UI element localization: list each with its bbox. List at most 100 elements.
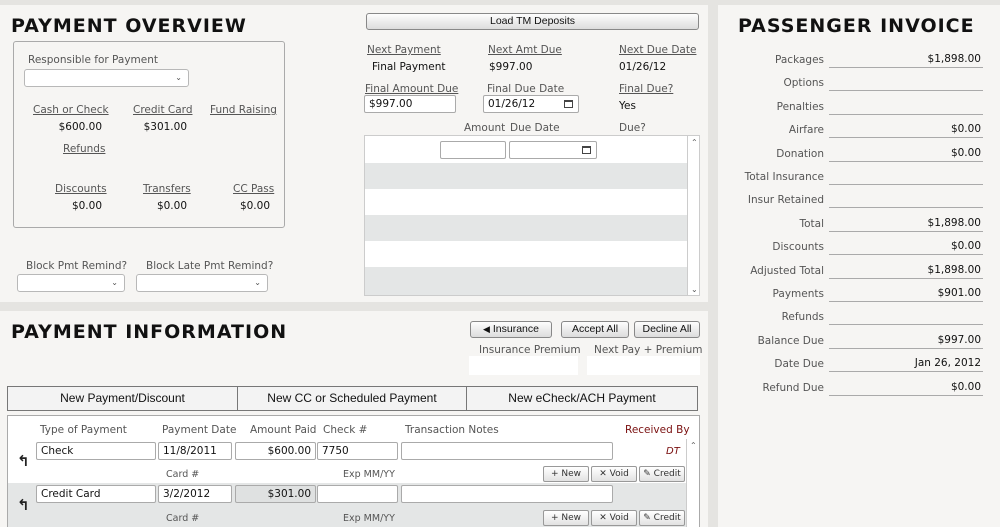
credit-label: Credit bbox=[653, 513, 681, 523]
final-due-question-label: Final Due? bbox=[619, 83, 674, 95]
void-button[interactable]: ✕ Void bbox=[591, 466, 637, 482]
insurance-button[interactable]: ◀ Insurance bbox=[470, 321, 552, 338]
chevron-down-icon: ⌄ bbox=[254, 278, 261, 288]
invoice-options-value bbox=[829, 76, 983, 91]
schedule-amount-input[interactable] bbox=[440, 141, 506, 159]
chevron-down-icon: ⌄ bbox=[175, 73, 182, 83]
payment-date-field[interactable]: 3/2/2012 bbox=[158, 485, 232, 503]
void-label: Void bbox=[609, 469, 629, 479]
amount-paid-field[interactable]: $600.00 bbox=[235, 442, 316, 460]
column-received-by: Received By bbox=[625, 424, 690, 436]
final-due-question-value: Yes bbox=[619, 100, 636, 112]
void-button[interactable]: ✕ Void bbox=[591, 510, 637, 526]
invoice-total-label: Total bbox=[799, 218, 824, 230]
plus-icon: + bbox=[550, 469, 559, 479]
invoice-total-value: $1,898.00 bbox=[829, 217, 983, 232]
next-due-date-label: Next Due Date bbox=[619, 44, 697, 56]
payment-type-field[interactable]: Credit Card bbox=[36, 485, 156, 503]
scroll-up-icon[interactable]: ⌃ bbox=[690, 441, 697, 450]
responsible-select[interactable]: ⌄ bbox=[24, 69, 189, 87]
new-card-button[interactable]: + New bbox=[543, 466, 589, 482]
discounts-label[interactable]: Discounts bbox=[55, 183, 107, 195]
new-cc-scheduled-payment-tab[interactable]: New CC or Scheduled Payment bbox=[237, 386, 467, 411]
invoice-packages-value: $1,898.00 bbox=[829, 53, 983, 68]
new-card-button[interactable]: + New bbox=[543, 510, 589, 526]
schedule-scrollbar[interactable]: ⌃ ⌄ bbox=[687, 136, 699, 295]
cc-pass-label[interactable]: CC Pass bbox=[233, 183, 274, 195]
next-due-date-value: 01/26/12 bbox=[619, 61, 667, 73]
insurance-premium-field[interactable] bbox=[469, 356, 578, 375]
row-expand-arrow-icon[interactable]: ↰ bbox=[17, 496, 30, 514]
decline-all-button[interactable]: Decline All bbox=[634, 321, 700, 338]
invoice-insur-retained-value bbox=[829, 193, 983, 208]
refunds-label[interactable]: Refunds bbox=[63, 143, 105, 155]
invoice-discounts-label: Discounts bbox=[772, 241, 824, 253]
block-late-pmt-remind-label: Block Late Pmt Remind? bbox=[146, 260, 274, 272]
x-icon: ✕ bbox=[599, 469, 607, 479]
load-tm-deposits-button[interactable]: Load TM Deposits bbox=[366, 13, 699, 30]
block-late-pmt-remind-select[interactable]: ⌄ bbox=[136, 274, 268, 292]
credit-card-value: $301.00 bbox=[143, 121, 187, 133]
block-pmt-remind-label: Block Pmt Remind? bbox=[26, 260, 128, 272]
invoice-discounts-value: $0.00 bbox=[829, 240, 983, 255]
invoice-penalties-value bbox=[829, 100, 983, 115]
invoice-date-due-label: Date Due bbox=[774, 358, 824, 370]
invoice-total-insurance-value bbox=[829, 170, 983, 185]
next-amt-due-value: $997.00 bbox=[489, 61, 533, 73]
next-amt-due-label: Next Amt Due bbox=[488, 44, 562, 56]
final-due-date-label: Final Due Date bbox=[487, 83, 565, 95]
schedule-due-date-input[interactable] bbox=[509, 141, 597, 159]
schedule-row bbox=[365, 163, 687, 189]
check-number-field[interactable]: 7750 bbox=[317, 442, 398, 460]
column-transaction-notes: Transaction Notes bbox=[405, 424, 499, 436]
scroll-up-icon[interactable]: ⌃ bbox=[691, 138, 698, 147]
check-number-field[interactable] bbox=[317, 485, 398, 503]
payment-date-field[interactable]: 11/8/2011 bbox=[158, 442, 232, 460]
calendar-icon[interactable] bbox=[564, 100, 573, 108]
triangle-left-icon: ◀ bbox=[483, 324, 490, 334]
final-due-date-field[interactable]: 01/26/12 bbox=[483, 95, 579, 113]
transfers-value: $0.00 bbox=[156, 200, 187, 212]
invoice-date-due-value: Jan 26, 2012 bbox=[829, 357, 983, 372]
plus-icon: + bbox=[550, 513, 559, 523]
column-payment-date: Payment Date bbox=[162, 424, 237, 436]
amount-paid-field[interactable]: $301.00 bbox=[235, 485, 316, 503]
pencil-icon: ✎ bbox=[643, 469, 651, 479]
schedule-due-header: Due? bbox=[619, 122, 646, 134]
cash-or-check-value: $600.00 bbox=[58, 121, 102, 133]
insurance-premium-label: Insurance Premium bbox=[479, 344, 581, 356]
invoice-balance-due-label: Balance Due bbox=[757, 335, 824, 347]
block-pmt-remind-select[interactable]: ⌄ bbox=[17, 274, 125, 292]
payments-scrollbar[interactable]: ⌃ bbox=[686, 439, 699, 527]
scroll-down-icon[interactable]: ⌄ bbox=[691, 285, 698, 294]
next-payment-value: Final Payment bbox=[372, 61, 446, 73]
cash-or-check-label[interactable]: Cash or Check bbox=[33, 104, 109, 116]
card-number-label: Card # bbox=[166, 513, 200, 524]
credit-button[interactable]: ✎ Credit bbox=[639, 510, 685, 526]
invoice-options-label: Options bbox=[783, 77, 824, 89]
schedule-row bbox=[365, 241, 687, 267]
transaction-notes-field[interactable] bbox=[401, 485, 613, 503]
credit-button[interactable]: ✎ Credit bbox=[639, 466, 685, 482]
new-label: New bbox=[561, 513, 582, 523]
schedule-row bbox=[365, 215, 687, 241]
payment-type-field[interactable]: Check bbox=[36, 442, 156, 460]
new-echeck-ach-payment-tab[interactable]: New eCheck/ACH Payment bbox=[466, 386, 698, 411]
accept-all-button[interactable]: Accept All bbox=[561, 321, 629, 338]
final-amount-due-label: Final Amount Due bbox=[365, 83, 459, 95]
received-by-value: DT bbox=[666, 446, 680, 457]
transaction-notes-field[interactable] bbox=[401, 442, 613, 460]
final-amount-due-field[interactable]: $997.00 bbox=[364, 95, 456, 113]
credit-card-label[interactable]: Credit Card bbox=[133, 104, 192, 116]
invoice-penalties-label: Penalties bbox=[776, 101, 824, 113]
transfers-label[interactable]: Transfers bbox=[143, 183, 191, 195]
calendar-icon[interactable] bbox=[582, 146, 591, 154]
invoice-donation-value: $0.00 bbox=[829, 147, 983, 162]
row-expand-arrow-icon[interactable]: ↰ bbox=[17, 452, 30, 470]
new-payment-discount-tab[interactable]: New Payment/Discount bbox=[7, 386, 238, 411]
card-number-label: Card # bbox=[166, 469, 200, 480]
fund-raising-label[interactable]: Fund Raising bbox=[210, 104, 277, 116]
void-label: Void bbox=[609, 513, 629, 523]
cc-pass-value: $0.00 bbox=[239, 200, 270, 212]
next-pay-premium-field[interactable] bbox=[587, 356, 700, 375]
